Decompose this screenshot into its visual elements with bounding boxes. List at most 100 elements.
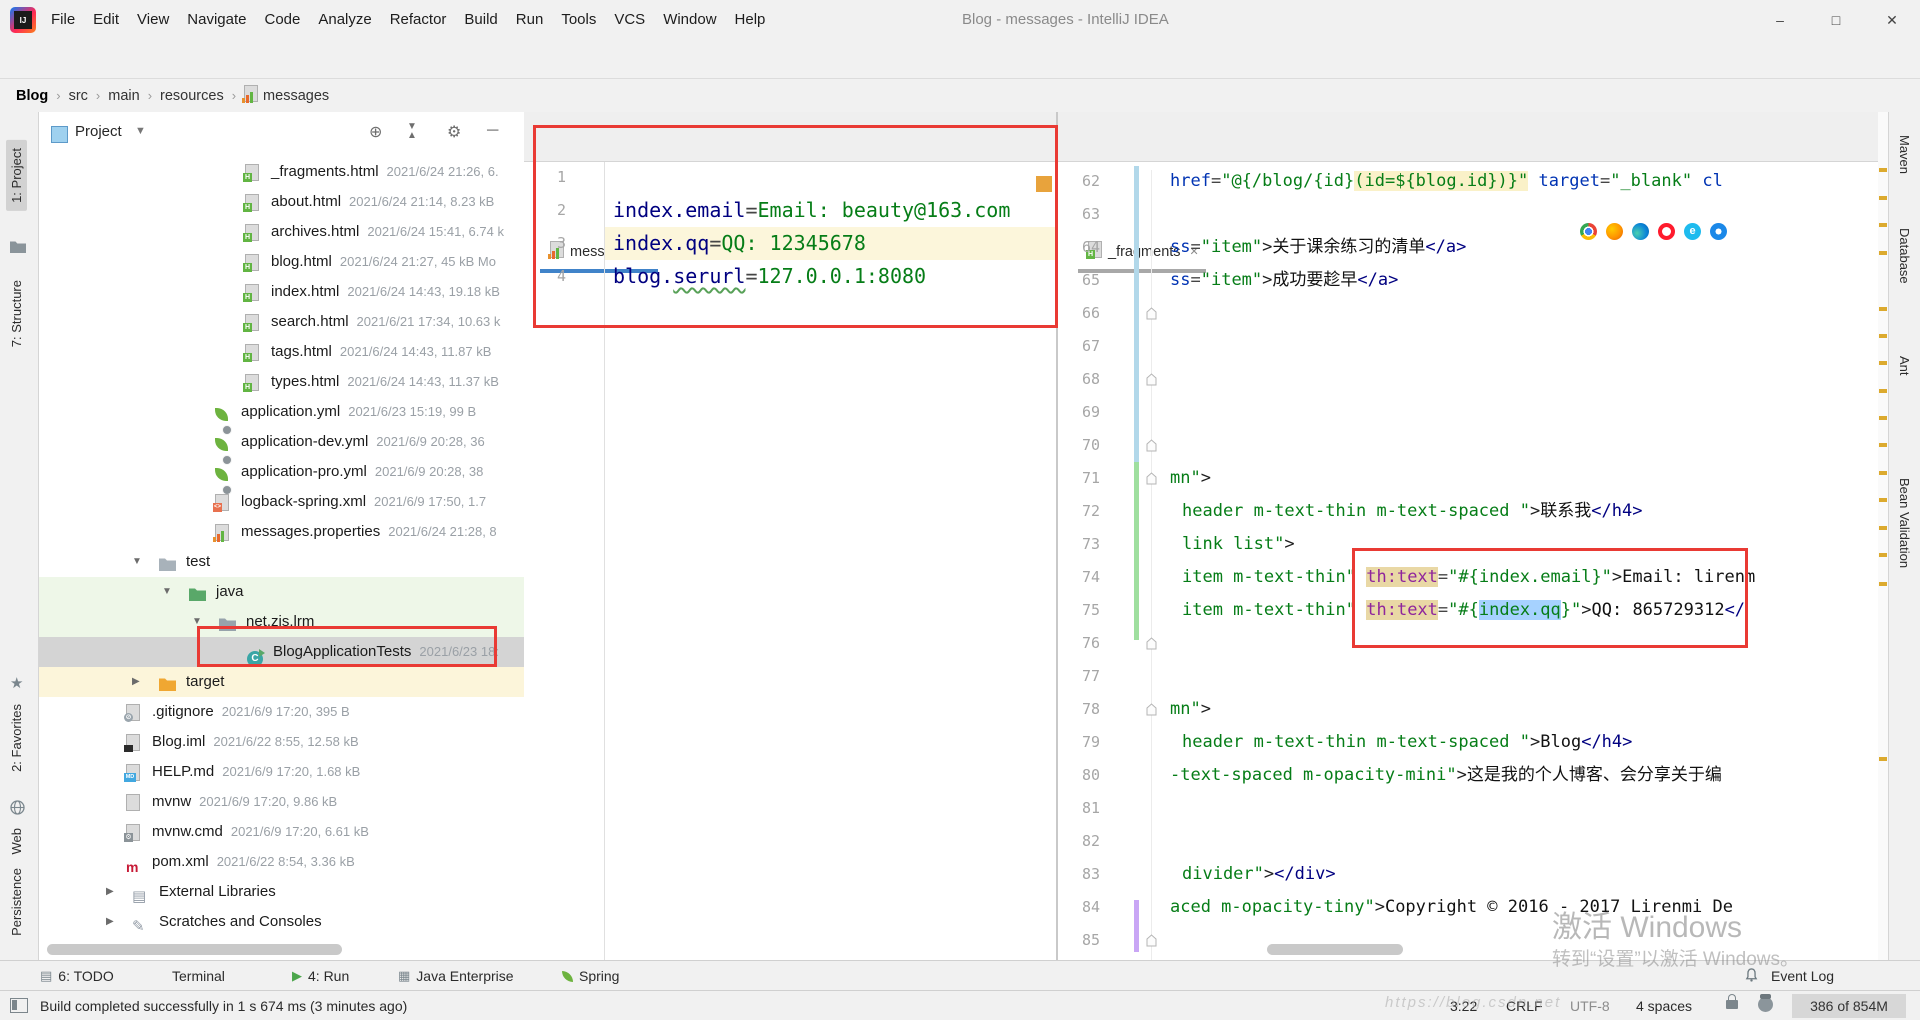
warning-tick[interactable] <box>1879 498 1887 502</box>
stripe-button-ant[interactable]: Ant <box>1897 356 1912 376</box>
toolwindow-button-spring[interactable]: Spring <box>562 961 619 991</box>
tree-item[interactable]: mvnw2021/6/9 17:20, 9.86 kB <box>39 787 524 817</box>
code-line[interactable]: ss="item">关于课余练习的清单</a> <box>1170 231 1466 264</box>
code-line[interactable]: mn"> <box>1170 462 1211 495</box>
breadcrumb-item-main[interactable]: main <box>108 88 139 104</box>
tool-window-toggle-icon[interactable] <box>10 998 28 1013</box>
fold-marker-icon[interactable] <box>1146 439 1157 457</box>
code-line[interactable]: header m-text-thin m-text-spaced ">Blog<… <box>1182 726 1632 759</box>
fold-marker-icon[interactable] <box>1146 307 1157 325</box>
tree-item[interactable]: Habout.html2021/6/24 21:14, 8.23 kB <box>39 187 524 217</box>
tree-item[interactable]: Harchives.html2021/6/24 15:41, 6.74 k <box>39 217 524 247</box>
warning-tick[interactable] <box>1879 471 1887 475</box>
menu-view[interactable]: View <box>128 0 178 40</box>
status-item-utf8[interactable]: UTF-8 <box>1570 991 1610 1020</box>
warning-tick[interactable] <box>1879 334 1887 338</box>
tree-item[interactable]: ▶✎Scratches and Consoles <box>39 907 524 937</box>
menu-code[interactable]: Code <box>255 0 309 40</box>
tree-item[interactable]: mpom.xml2021/6/22 8:54, 3.36 kB <box>39 847 524 877</box>
warning-tick[interactable] <box>1879 251 1887 255</box>
warning-tick[interactable] <box>1879 443 1887 447</box>
menu-tools[interactable]: Tools <box>552 0 605 40</box>
stripe-button-persistence[interactable]: Persistence <box>9 868 24 936</box>
tree-item[interactable]: ▶target <box>39 667 524 697</box>
stripe-button-beanvalidation[interactable]: Bean Validation <box>1897 478 1912 568</box>
menu-window[interactable]: Window <box>654 0 725 40</box>
tree-item[interactable]: ⊘.gitignore2021/6/9 17:20, 395 B <box>39 697 524 727</box>
tree-item[interactable]: Hindex.html2021/6/24 14:43, 19.18 kB <box>39 277 524 307</box>
memory-indicator[interactable]: 386 of 854M <box>1792 994 1906 1018</box>
chevron-down-icon[interactable]: ▼ <box>132 547 142 577</box>
breadcrumb-item-messages[interactable]: messages <box>263 88 329 104</box>
fold-marker-icon[interactable] <box>1146 373 1157 391</box>
tree-item[interactable]: MDHELP.md2021/6/9 17:20, 1.68 kB <box>39 757 524 787</box>
warning-tick[interactable] <box>1879 361 1887 365</box>
toolwindow-button-javaenterprise[interactable]: ▦Java Enterprise <box>398 961 514 991</box>
status-item-4spaces[interactable]: 4 spaces <box>1636 991 1692 1020</box>
code-line[interactable]: href="@{/blog/{id}(id=${blog.id})}" targ… <box>1170 165 1723 198</box>
status-message[interactable]: Build completed successfully in 1 s 674 … <box>40 991 407 1020</box>
warning-tick[interactable] <box>1879 389 1887 393</box>
stripe-button-structure[interactable]: 7: Structure <box>9 280 24 347</box>
menu-file[interactable]: File <box>42 0 84 40</box>
chevron-right-icon[interactable]: ▶ <box>106 877 114 907</box>
tree-item[interactable]: Hsearch.html2021/6/21 17:34, 10.63 k <box>39 307 524 337</box>
menu-run[interactable]: Run <box>507 0 553 40</box>
tree-item[interactable]: <>logback-spring.xml2021/6/9 17:50, 1.7 <box>39 487 524 517</box>
warning-tick[interactable] <box>1879 307 1887 311</box>
warning-tick[interactable] <box>1879 582 1887 586</box>
warning-tick[interactable] <box>1879 168 1887 172</box>
horizontal-scrollbar[interactable] <box>1267 944 1403 955</box>
chevron-right-icon[interactable]: ▶ <box>106 907 114 937</box>
chevron-right-icon[interactable]: ▶ <box>132 667 140 697</box>
tree-item[interactable]: Htags.html2021/6/24 14:43, 11.87 kB <box>39 337 524 367</box>
stripe-button-database[interactable]: Database <box>1897 228 1912 284</box>
warning-tick[interactable] <box>1879 526 1887 530</box>
maximize-button[interactable]: □ <box>1808 0 1864 40</box>
stripe-button-project[interactable]: 1: Project <box>6 140 27 211</box>
chevron-down-icon[interactable]: ▼ <box>162 577 172 607</box>
tree-item[interactable]: application.yml2021/6/23 15:19, 99 B <box>39 397 524 427</box>
toolwindow-button-run[interactable]: ▶4: Run <box>292 961 349 991</box>
tree-item[interactable]: ⚙mvnw.cmd2021/6/9 17:20, 6.61 kB <box>39 817 524 847</box>
breadcrumb-item-blog[interactable]: Blog <box>16 88 48 104</box>
tree-item[interactable]: H_fragments.html2021/6/24 21:26, 6. <box>39 157 524 187</box>
stripe-button-maven[interactable]: Maven <box>1897 135 1912 174</box>
warning-tick[interactable] <box>1879 416 1887 420</box>
tree-item[interactable]: application-pro.yml2021/6/9 20:28, 38 <box>39 457 524 487</box>
menu-refactor[interactable]: Refactor <box>381 0 456 40</box>
lock-icon[interactable] <box>1726 1000 1738 1009</box>
warning-tick[interactable] <box>1879 553 1887 557</box>
tree-item[interactable]: messages.properties2021/6/24 21:28, 8 <box>39 517 524 547</box>
menu-help[interactable]: Help <box>726 0 775 40</box>
tree-item[interactable]: application-dev.yml2021/6/9 20:28, 36 <box>39 427 524 457</box>
fold-marker-icon[interactable] <box>1146 934 1157 952</box>
menu-analyze[interactable]: Analyze <box>309 0 380 40</box>
highlighting-level-icon[interactable] <box>1758 997 1773 1012</box>
breadcrumb-item-src[interactable]: src <box>69 88 88 104</box>
firefox-browser-icon[interactable] <box>1606 223 1623 240</box>
close-button[interactable]: ✕ <box>1864 0 1920 40</box>
warning-tick[interactable] <box>1879 757 1887 761</box>
menu-vcs[interactable]: VCS <box>605 0 654 40</box>
menu-navigate[interactable]: Navigate <box>178 0 255 40</box>
breadcrumb-item-resources[interactable]: resources <box>160 88 224 104</box>
toolwindow-button-todo[interactable]: ▤6: TODO <box>40 961 114 991</box>
editor-messages[interactable]: messages ✕ 12index.email=Email: beauty@1… <box>524 112 1056 960</box>
tree-item[interactable]: Htypes.html2021/6/24 14:43, 11.37 kB <box>39 367 524 397</box>
warning-tick[interactable] <box>1879 223 1887 227</box>
tree-item[interactable]: ▶▤External Libraries <box>39 877 524 907</box>
edge-browser-icon[interactable] <box>1632 223 1649 240</box>
ie-browser-icon[interactable]: e <box>1684 223 1701 240</box>
tree-item[interactable]: ▼java <box>39 577 524 607</box>
horizontal-scrollbar[interactable] <box>47 944 342 955</box>
code-line[interactable]: -text-spaced m-opacity-mini">这是我的个人博客、会分… <box>1170 759 1722 792</box>
toolwindow-button-terminal[interactable]: Terminal <box>172 961 225 991</box>
tree-item[interactable]: ▼test <box>39 547 524 577</box>
opera-browser-icon[interactable] <box>1658 223 1675 240</box>
safari-browser-icon[interactable] <box>1710 223 1727 240</box>
code-line[interactable]: ss="item">成功要趁早</a> <box>1170 264 1398 297</box>
menu-edit[interactable]: Edit <box>84 0 128 40</box>
chrome-browser-icon[interactable] <box>1580 223 1597 240</box>
minimize-button[interactable]: – <box>1752 0 1808 40</box>
